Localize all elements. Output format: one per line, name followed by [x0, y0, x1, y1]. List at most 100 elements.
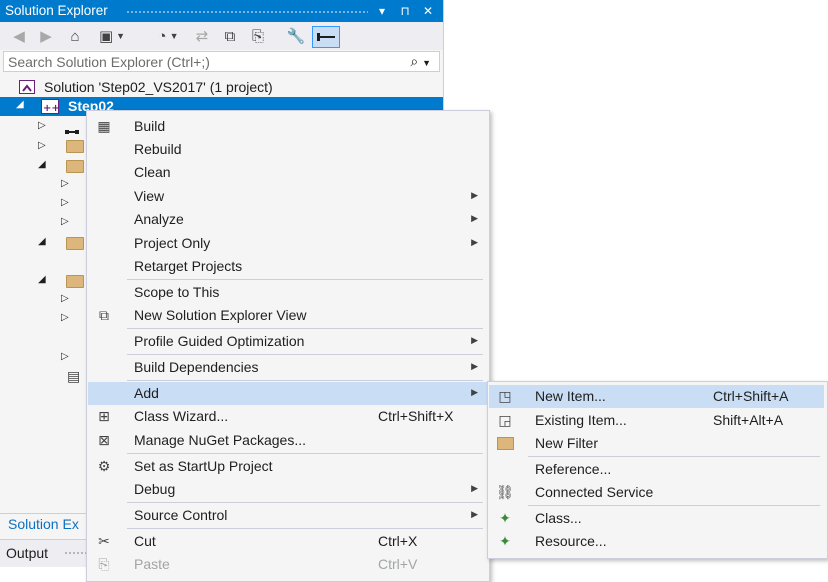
cpp-project-icon: ++	[41, 99, 60, 114]
output-label: Output	[6, 545, 49, 561]
submenu-item-existing-item[interactable]: ◲ Existing Item... Shift+Alt+A	[489, 409, 824, 432]
folder-icon	[66, 275, 84, 288]
menu-item-shortcut: Ctrl+Shift+X	[378, 408, 454, 424]
submenu-item-resource[interactable]: ✦ Resource...	[489, 530, 824, 553]
menu-item-rebuild[interactable]: Rebuild	[88, 138, 488, 161]
menu-item-label: Build Dependencies	[134, 359, 259, 375]
menu-item-label: Cut	[134, 533, 156, 549]
search-input[interactable]	[8, 53, 398, 70]
collapsed-triangle-icon[interactable]: ▷	[38, 140, 46, 151]
menu-item-set-as-startup-project[interactable]: ⚙ Set as StartUp Project	[88, 455, 488, 478]
submenu-arrow-icon: ▶	[471, 509, 478, 519]
back-icon[interactable]: ◀	[10, 26, 28, 46]
menu-item-paste[interactable]: ⎘ Paste Ctrl+V	[88, 553, 488, 576]
toolbar: ◀ ▶ ⌂ ▣ ▼ ◔ ▼ ⇄ ⧉ ⎘ 🔧	[0, 22, 443, 50]
submenu-item-class[interactable]: ✦ Class...	[489, 507, 824, 530]
collapsed-triangle-icon[interactable]: ▷	[61, 312, 69, 323]
switch-views-icon[interactable]: ▣ ▼	[94, 26, 130, 46]
menu-item-label: Reference...	[535, 461, 612, 477]
resource-icon: ✦	[499, 533, 511, 549]
tree-solution-node[interactable]: Solution 'Step02_VS2017' (1 project)	[0, 78, 443, 97]
menu-item-label: Source Control	[134, 507, 228, 523]
menu-item-shortcut: Shift+Alt+A	[713, 412, 784, 428]
title-drag-grip[interactable]	[126, 10, 368, 14]
submenu-arrow-icon: ▶	[471, 361, 478, 371]
expanded-triangle-icon[interactable]: ◢	[16, 99, 24, 110]
menu-item-label: Analyze	[134, 211, 184, 227]
menu-item-clean[interactable]: Clean	[88, 161, 488, 184]
menu-item-label: Retarget Projects	[134, 258, 243, 274]
menu-item-profile-guided-optimization[interactable]: Profile Guided Optimization ▶	[88, 330, 488, 353]
menu-item-manage-nuget-packages[interactable]: ⊠ Manage NuGet Packages...	[88, 429, 488, 452]
window-menu-icon[interactable]: ▾	[373, 2, 391, 20]
collapsed-triangle-icon[interactable]: ▷	[61, 216, 69, 227]
preview-selected-icon[interactable]	[312, 26, 340, 48]
close-icon[interactable]: ✕	[419, 2, 437, 20]
menu-item-cut[interactable]: ✂ Cut Ctrl+X	[88, 530, 488, 553]
collapse-all-icon[interactable]: ⧉	[221, 26, 239, 46]
submenu-item-new-filter[interactable]: New Filter	[489, 432, 824, 455]
menu-separator	[127, 453, 483, 454]
show-all-files-icon[interactable]: ⎘	[248, 26, 268, 46]
menu-item-label: Manage NuGet Packages...	[134, 432, 306, 448]
build-icon: ▦	[97, 118, 111, 134]
submenu-item-connected-service[interactable]: ⛓ Connected Service	[489, 481, 824, 504]
references-icon	[65, 122, 83, 134]
properties-wrench-icon[interactable]: 🔧	[286, 26, 306, 46]
menu-item-label: Build	[134, 118, 166, 134]
forward-icon[interactable]: ▶	[37, 26, 55, 46]
collapsed-triangle-icon[interactable]: ▷	[61, 197, 69, 208]
menu-item-view[interactable]: View ▶	[88, 185, 488, 208]
submenu-arrow-icon: ▶	[471, 237, 478, 247]
menu-item-retarget-projects[interactable]: Retarget Projects	[88, 255, 488, 278]
menu-item-debug[interactable]: Debug ▶	[88, 478, 488, 501]
menu-item-shortcut: Ctrl+V	[378, 556, 418, 572]
menu-item-label: View	[134, 188, 165, 204]
search-icon[interactable]: ⌕ ▼	[410, 53, 431, 70]
menu-item-shortcut: Ctrl+X	[378, 533, 418, 549]
menu-item-class-wizard[interactable]: ⊞ Class Wizard... Ctrl+Shift+X	[88, 405, 488, 428]
menu-item-scope-to-this[interactable]: Scope to This	[88, 281, 488, 304]
expanded-triangle-icon[interactable]: ◢	[38, 159, 46, 170]
scissors-icon: ✂	[98, 533, 110, 549]
menu-item-build[interactable]: ▦ Build	[88, 115, 488, 138]
expanded-triangle-icon[interactable]: ◢	[38, 274, 46, 285]
svg-text:++: ++	[43, 103, 58, 113]
menu-separator	[528, 456, 820, 457]
collapsed-triangle-icon[interactable]: ▷	[38, 120, 46, 131]
collapsed-triangle-icon[interactable]: ▷	[61, 351, 69, 362]
collapsed-triangle-icon[interactable]: ▷	[61, 178, 69, 189]
menu-item-project-only[interactable]: Project Only ▶	[88, 232, 488, 255]
sync-icon[interactable]: ⇄	[193, 26, 211, 46]
menu-item-new-solution-explorer-view[interactable]: ⧉ New Solution Explorer View	[88, 304, 488, 327]
nuget-icon: ⊠	[98, 432, 110, 448]
tab-solution-explorer-label: Solution Ex	[8, 516, 79, 532]
menu-item-label: Paste	[134, 556, 170, 572]
menu-item-build-dependencies[interactable]: Build Dependencies ▶	[88, 356, 488, 379]
search-box: ⌕ ▼	[3, 51, 440, 72]
menu-item-analyze[interactable]: Analyze ▶	[88, 208, 488, 231]
menu-separator	[127, 380, 483, 381]
menu-item-source-control[interactable]: Source Control ▶	[88, 504, 488, 527]
menu-item-add[interactable]: Add ▶	[88, 382, 488, 405]
home-icon[interactable]: ⌂	[65, 26, 85, 46]
menu-item-label: Scope to This	[134, 284, 220, 300]
class-icon: ✦	[499, 510, 511, 526]
title-bar: Solution Explorer ▾ ⊓ ✕	[0, 0, 443, 22]
menu-item-label: Connected Service	[535, 484, 654, 500]
menu-item-label: Set as StartUp Project	[134, 458, 273, 474]
submenu-item-reference[interactable]: Reference...	[489, 458, 824, 481]
menu-item-label: New Filter	[535, 435, 599, 451]
new-view-icon: ⧉	[99, 307, 109, 323]
pending-changes-filter-icon[interactable]: ◔ ▼	[150, 26, 186, 46]
collapsed-triangle-icon[interactable]: ▷	[61, 293, 69, 304]
pin-icon[interactable]: ⊓	[396, 2, 414, 20]
submenu-item-new-item[interactable]: ◳ New Item... Ctrl+Shift+A	[489, 385, 824, 408]
expanded-triangle-icon[interactable]: ◢	[38, 236, 46, 247]
submenu-arrow-icon: ▶	[471, 213, 478, 223]
external-dependencies-folder-icon	[66, 140, 84, 153]
menu-item-label: Add	[134, 385, 159, 401]
file-icon: ▤	[67, 368, 81, 384]
menu-item-label: New Item...	[535, 388, 606, 404]
submenu-arrow-icon: ▶	[471, 335, 478, 345]
